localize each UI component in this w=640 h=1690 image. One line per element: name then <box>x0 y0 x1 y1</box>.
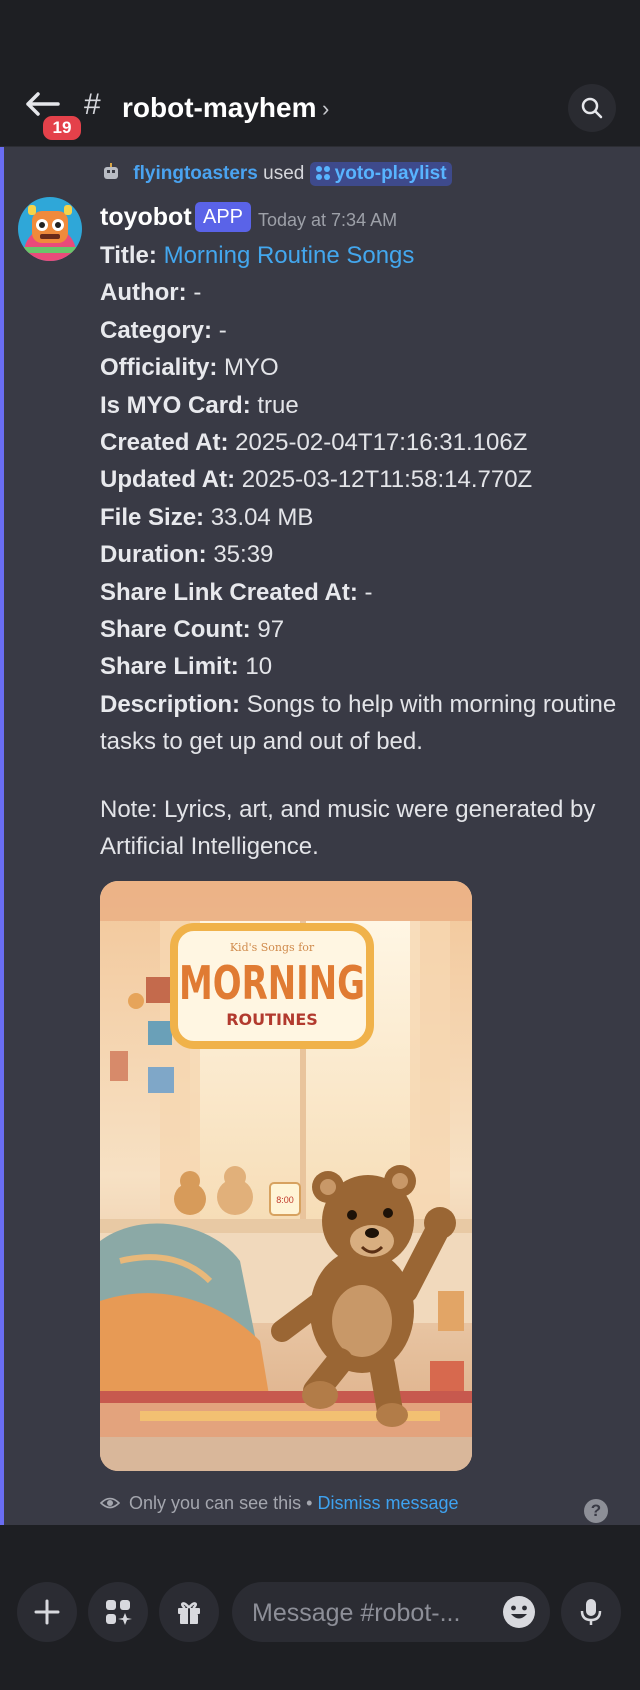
field-duration: Duration: 35:39 <box>100 536 620 573</box>
message-container: flyingtoasters used yoto-playlist toyobo… <box>0 147 640 1525</box>
field-key: File Size: <box>100 503 205 531</box>
field-key: Officiality: <box>100 354 218 382</box>
ephemeral-notice: Only you can see this • Dismiss message <box>100 1493 458 1514</box>
search-button[interactable] <box>568 84 616 132</box>
field-officiality: Officiality: MYO <box>100 349 620 386</box>
field-key: Updated At: <box>100 466 236 494</box>
field-key: Share Link Created At: <box>100 578 358 606</box>
field-file-size: File Size: 33.04 MB <box>100 499 620 536</box>
author-name[interactable]: toyobot <box>100 203 192 232</box>
add-attachment-button[interactable] <box>17 1582 77 1642</box>
voice-message-button[interactable] <box>561 1582 621 1642</box>
dismiss-message-link[interactable]: Dismiss message <box>317 1493 458 1513</box>
help-icon[interactable]: ? <box>584 1499 608 1523</box>
field-value: - <box>364 578 373 606</box>
field-value: - <box>193 279 202 307</box>
field-value: true <box>257 391 299 419</box>
apps-button[interactable] <box>88 1582 148 1642</box>
reply-used-text: used <box>263 163 305 184</box>
message-input[interactable]: Message #robot-... <box>232 1582 550 1642</box>
command-name: yoto-playlist <box>334 163 447 184</box>
field-key: Title: <box>100 242 157 269</box>
message-composer: Message #robot-... <box>0 1525 640 1690</box>
field-category: Category: - <box>100 312 620 349</box>
field-value: 2025-02-04T17:16:31.106Z <box>235 429 528 457</box>
field-value: 97 <box>257 616 285 644</box>
field-key: Share Count: <box>100 616 251 644</box>
unread-badge: 19 <box>40 113 84 143</box>
field-value: 35:39 <box>213 541 274 569</box>
reply-username[interactable]: flyingtoasters <box>133 163 258 184</box>
message-body: Title: Morning Routine Songs Author: - C… <box>100 237 620 761</box>
gift-icon <box>178 1602 200 1624</box>
bot-avatar[interactable] <box>18 197 82 261</box>
field-share-limit: Share Limit: 10 <box>100 648 620 685</box>
app-grid-icon <box>315 166 330 180</box>
channel-title[interactable]: robot-mayhem <box>122 92 316 124</box>
message-placeholder: Message #robot-... <box>252 1599 461 1627</box>
field-share-link-created-at: Share Link Created At: - <box>100 574 620 611</box>
field-created-at: Created At: 2025-02-04T17:16:31.106Z <box>100 424 620 461</box>
field-title: Title: Morning Routine Songs <box>100 237 620 274</box>
ephemeral-text: Only you can see this <box>129 1493 302 1513</box>
command-reply-line: flyingtoasters used yoto-playlist <box>100 161 452 186</box>
chevron-right-icon[interactable]: › <box>322 96 329 122</box>
clock-text: 8:00 <box>276 1195 294 1205</box>
field-key: Duration: <box>100 541 207 569</box>
emoji-icon[interactable] <box>502 1595 536 1629</box>
field-value: 33.04 MB <box>210 503 314 531</box>
field-value: MYO <box>224 354 279 382</box>
field-is-myo-card: Is MYO Card: true <box>100 387 620 424</box>
field-key: Category: <box>100 316 213 344</box>
command-chip[interactable]: yoto-playlist <box>309 162 452 186</box>
hash-icon: # <box>84 88 101 121</box>
gift-button[interactable] <box>159 1582 219 1642</box>
field-key: Is MYO Card: <box>100 391 251 419</box>
field-updated-at: Updated At: 2025-03-12T11:58:14.770Z <box>100 461 620 498</box>
eye-icon <box>100 1497 120 1509</box>
field-key: Created At: <box>100 429 229 457</box>
message-timestamp: Today at 7:34 AM <box>258 210 398 230</box>
channel-header: 19 # robot-mayhem › <box>0 0 640 147</box>
title-link[interactable]: Morning Routine Songs <box>164 242 415 269</box>
field-value: 10 <box>245 653 273 681</box>
robot-avatar-icon <box>104 163 118 179</box>
search-icon <box>581 97 603 119</box>
separator-dot: • <box>306 1493 313 1513</box>
cover-big-text: MORNING <box>179 956 365 1010</box>
apps-sparkle-icon <box>106 1600 132 1625</box>
field-share-count: Share Count: 97 <box>100 611 620 648</box>
field-key: Author: <box>100 279 187 307</box>
app-tag: APP <box>195 202 252 232</box>
cover-small-text: Kid's Songs for <box>230 941 315 954</box>
microphone-icon <box>580 1599 602 1625</box>
field-description: Description: Songs to help with morning … <box>100 686 620 761</box>
field-key: Share Limit: <box>100 653 239 681</box>
field-key: Description: <box>100 690 241 718</box>
field-value: 2025-03-12T11:58:14.770Z <box>241 466 533 494</box>
ai-note: Note: Lyrics, art, and music were genera… <box>100 796 596 861</box>
cover-sub-text: ROUTINES <box>226 1010 318 1029</box>
field-value: - <box>218 316 227 344</box>
field-author: Author: - <box>100 274 620 311</box>
plus-icon <box>34 1599 60 1625</box>
cover-image[interactable]: 8:00 Kid's Songs for MORNING ROUTINES <box>100 881 472 1471</box>
